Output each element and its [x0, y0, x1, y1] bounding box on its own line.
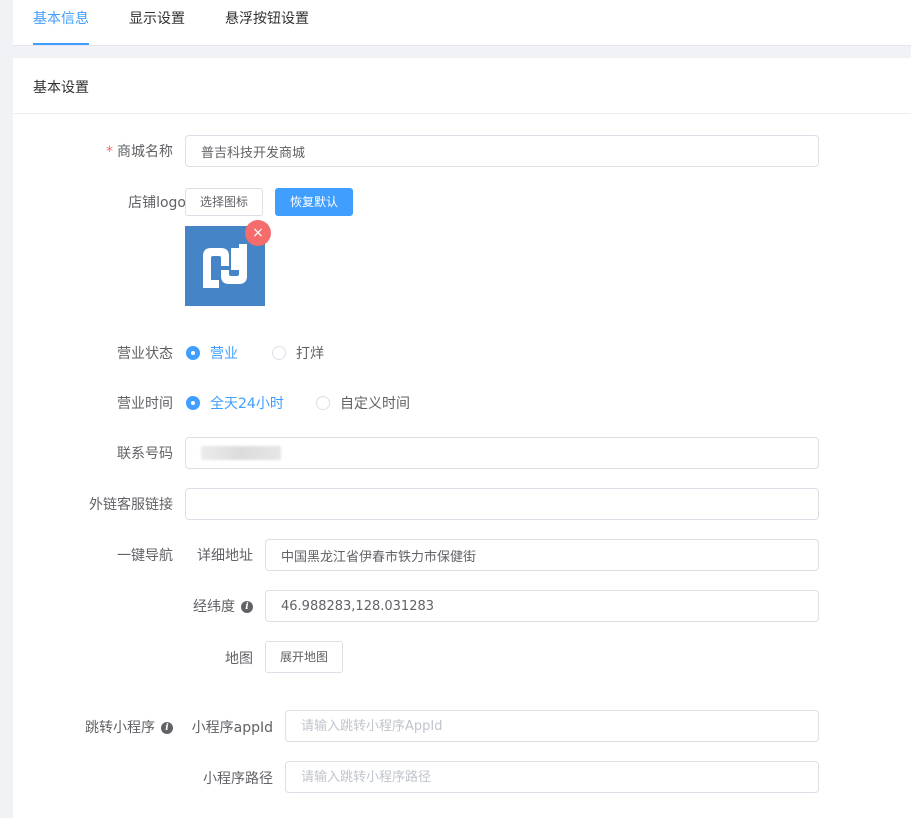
tab-display-settings[interactable]: 显示设置 [129, 0, 185, 45]
service-link-label: 外链客服链接 [89, 497, 173, 513]
business-status-label: 营业状态 [117, 346, 173, 362]
info-icon[interactable]: i [161, 722, 173, 734]
status-open-radio[interactable]: 营业 [186, 343, 238, 363]
map-label: 地图 [225, 651, 253, 667]
radio-unchecked-icon [316, 396, 330, 410]
hours-24h-radio[interactable]: 全天24小时 [186, 393, 284, 413]
status-closed-radio[interactable]: 打烊 [272, 343, 324, 363]
remove-logo-icon[interactable]: × [245, 220, 271, 246]
shop-name-input[interactable] [185, 135, 819, 167]
tab-float-button-settings[interactable]: 悬浮按钮设置 [225, 0, 309, 45]
settings-panel: 基本设置 *商城名称 店铺logo 选择图标 恢复默认 × 营业状态 营业 打烊… [13, 58, 911, 818]
logo-label: 店铺logo [128, 195, 186, 211]
phone-input[interactable] [185, 437, 819, 469]
business-hours-label: 营业时间 [117, 396, 173, 412]
appid-input[interactable] [285, 710, 819, 742]
tab-basic-info[interactable]: 基本信息 [33, 0, 89, 45]
required-mark: * [106, 144, 113, 160]
path-label: 小程序路径 [203, 771, 273, 787]
radio-checked-icon [186, 346, 200, 360]
phone-label: 联系号码 [117, 446, 173, 462]
path-input[interactable] [285, 761, 819, 793]
service-link-input[interactable] [185, 488, 819, 520]
shop-name-label: * 商城名称 [106, 144, 173, 160]
mini-program-label: 跳转小程序 i [85, 717, 173, 737]
redacted-phone [201, 446, 281, 460]
coords-label: 经纬度 i [193, 596, 253, 616]
hours-custom-radio[interactable]: 自定义时间 [316, 393, 410, 413]
radio-checked-icon [186, 396, 200, 410]
expand-map-button[interactable]: 展开地图 [265, 641, 344, 673]
reset-default-button[interactable]: 恢复默认 [275, 188, 354, 216]
tab-bar: 基本信息 显示设置 悬浮按钮设置 [13, 0, 911, 46]
panel-title: 基本设置 [33, 80, 89, 96]
info-icon[interactable]: i [241, 601, 253, 613]
select-icon-button[interactable]: 选择图标 [185, 188, 264, 216]
address-label: 详细地址 [197, 548, 253, 564]
radio-unchecked-icon [272, 346, 286, 360]
address-input[interactable] [265, 539, 819, 571]
appid-label: 小程序appId [191, 720, 273, 736]
panel-header: 基本设置 [13, 58, 911, 114]
navigation-label: 一键导航 [117, 548, 173, 564]
coords-input[interactable] [265, 590, 819, 622]
